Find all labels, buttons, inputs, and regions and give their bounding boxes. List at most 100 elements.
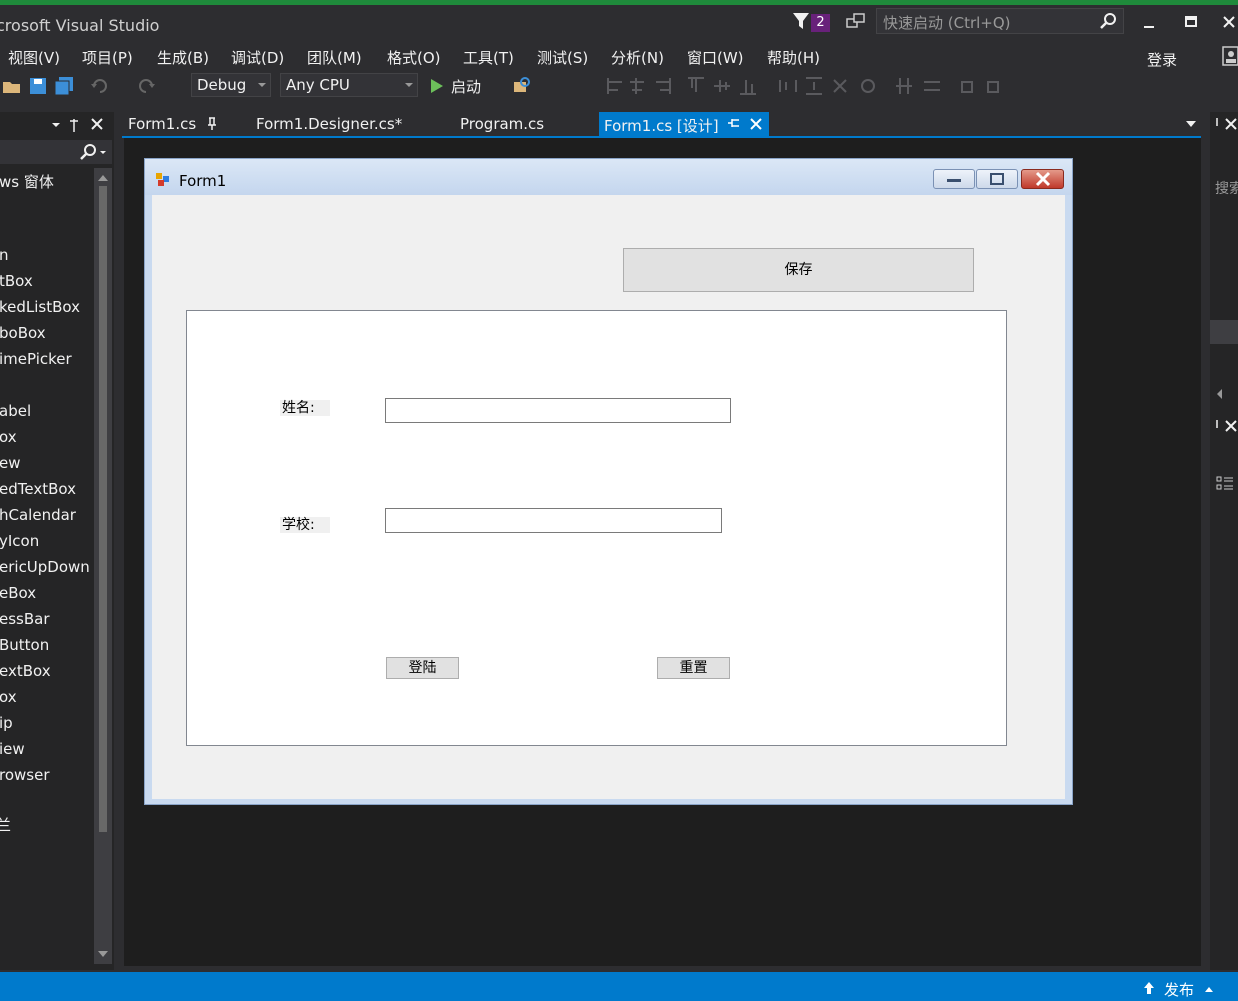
school-label: 学校: — [280, 517, 330, 533]
toolbox-item[interactable]: 兰 — [0, 814, 11, 835]
close-icon[interactable] — [1218, 8, 1238, 38]
menu-debug[interactable]: 调试(D) — [231, 47, 284, 68]
menu-team[interactable]: 团队(M) — [307, 47, 362, 68]
toolbox-item[interactable]: iew — [0, 740, 25, 758]
find-icon[interactable] — [512, 76, 532, 96]
platform-value: Any CPU — [286, 76, 350, 94]
maximize-icon — [990, 173, 1004, 185]
menu-help[interactable]: 帮助(H) — [767, 47, 820, 68]
pin-icon[interactable] — [727, 117, 741, 129]
filter-icon[interactable] — [792, 12, 810, 30]
search-icon[interactable] — [78, 143, 108, 161]
chevron-up-icon[interactable] — [1204, 985, 1214, 993]
config-value: Debug — [197, 76, 247, 94]
undo-icon[interactable] — [90, 76, 110, 96]
tab-label: Program.cs — [460, 115, 545, 133]
tab-label: Form1.cs [设计] — [604, 117, 719, 135]
layout-toolbar-icons[interactable] — [600, 74, 1020, 98]
tab-form1-design[interactable]: Form1.cs [设计] — [599, 112, 769, 136]
quick-launch-box[interactable]: 快速启动 (Ctrl+Q) — [876, 8, 1124, 34]
name-label: 姓名: — [280, 400, 330, 416]
toolbox-item[interactable]: yIcon — [0, 532, 39, 550]
toolbox-item[interactable]: edTextBox — [0, 480, 76, 498]
toolbox-item[interactable]: eBox — [0, 584, 36, 602]
toolbox-item[interactable]: Button — [0, 636, 49, 654]
tab-overflow-icon[interactable] — [1185, 120, 1197, 128]
name-input[interactable] — [385, 398, 731, 423]
menu-build[interactable]: 生成(B) — [157, 47, 209, 68]
toolbox-item[interactable]: ox — [0, 428, 17, 446]
toolbox-item[interactable]: essBar — [0, 610, 50, 628]
right-panel-scroll[interactable] — [1214, 386, 1238, 402]
menu-analyze[interactable]: 分析(N) — [611, 47, 664, 68]
form-minimize-button[interactable] — [933, 169, 975, 189]
form-title: Form1 — [179, 172, 227, 190]
publish-button[interactable]: 发布 — [1144, 979, 1194, 1000]
toolbox-item[interactable]: ericUpDown — [0, 558, 90, 576]
form-close-button[interactable] — [1021, 169, 1064, 189]
form-caption-bar: Form1 — [145, 159, 1072, 195]
menu-window[interactable]: 窗口(W) — [687, 47, 744, 68]
toolbox-item[interactable]: n — [0, 246, 9, 264]
pin-icon[interactable] — [206, 117, 218, 131]
scroll-down-icon[interactable] — [97, 950, 109, 958]
menu-test[interactable]: 测试(S) — [537, 47, 588, 68]
feedback-icon[interactable] — [846, 13, 866, 31]
close-icon[interactable] — [749, 117, 763, 131]
right-panel-controls-2[interactable] — [1214, 418, 1238, 434]
toolbox-item[interactable]: ox — [0, 688, 17, 706]
right-panel-controls[interactable] — [1214, 116, 1238, 132]
right-panel-search[interactable]: 搜索 — [1215, 178, 1238, 198]
tab-form1-cs[interactable]: Form1.cs — [122, 112, 232, 136]
menu-tools[interactable]: 工具(T) — [463, 47, 514, 68]
toolbox-item[interactable]: extBox — [0, 662, 51, 680]
school-input[interactable] — [385, 508, 722, 533]
search-icon[interactable] — [1099, 12, 1117, 30]
form-icon — [156, 173, 169, 186]
right-tool-panel — [1210, 112, 1238, 970]
config-select[interactable]: Debug — [191, 73, 271, 97]
toolbox-item[interactable]: kedListBox — [0, 298, 80, 316]
reset-button[interactable]: 重置 — [657, 657, 730, 679]
close-icon — [1035, 171, 1051, 187]
toolbox-item[interactable]: tBox — [0, 272, 33, 290]
form-maximize-button[interactable] — [976, 169, 1018, 189]
toolbox-item[interactable]: rowser — [0, 766, 50, 784]
tab-program-cs[interactable]: Program.cs — [454, 112, 584, 136]
menu-view[interactable]: 视图(V) — [8, 47, 60, 68]
toolbox-item[interactable]: imePicker — [0, 350, 72, 368]
save-button[interactable]: 保存 — [623, 248, 974, 292]
login-link[interactable]: 登录 — [1147, 49, 1177, 70]
tab-label: Form1.cs — [128, 115, 197, 133]
toolbox-item[interactable]: ew — [0, 454, 21, 472]
toolbox-item[interactable]: abel — [0, 402, 31, 420]
minimize-icon — [947, 179, 961, 182]
menu-project[interactable]: 项目(P) — [82, 47, 133, 68]
toolbox-header-controls[interactable] — [48, 117, 110, 133]
toolbox-search-box[interactable] — [0, 140, 112, 164]
minimize-icon[interactable] — [1134, 8, 1164, 38]
scroll-up-icon[interactable] — [97, 174, 109, 182]
user-icon[interactable] — [1222, 46, 1238, 66]
toolbox-item[interactable]: ws 窗体 — [0, 171, 54, 192]
save-icon[interactable] — [28, 76, 48, 96]
toolbox-item[interactable]: ip — [0, 714, 13, 732]
tab-form1-designer-cs[interactable]: Form1.Designer.cs* — [250, 112, 440, 136]
start-button[interactable]: 启动 — [428, 75, 498, 97]
notification-badge[interactable]: 2 — [811, 14, 830, 32]
login-button[interactable]: 登陆 — [386, 657, 459, 679]
redo-icon[interactable] — [136, 76, 156, 96]
menu-format[interactable]: 格式(O) — [387, 47, 441, 68]
toolbox-item[interactable]: hCalendar — [0, 506, 76, 524]
start-label: 启动 — [451, 78, 482, 96]
app-title: crosoft Visual Studio — [0, 16, 160, 35]
properties-icon[interactable] — [1215, 474, 1235, 494]
platform-select[interactable]: Any CPU — [280, 73, 418, 97]
toolbox-item[interactable]: boBox — [0, 324, 46, 342]
save-all-icon[interactable] — [54, 76, 74, 96]
open-folder-icon[interactable] — [2, 76, 22, 96]
play-icon — [431, 79, 443, 93]
toolbox-scroll-thumb[interactable] — [99, 186, 107, 832]
right-panel-highlight — [1210, 320, 1238, 344]
maximize-icon[interactable] — [1176, 8, 1206, 38]
